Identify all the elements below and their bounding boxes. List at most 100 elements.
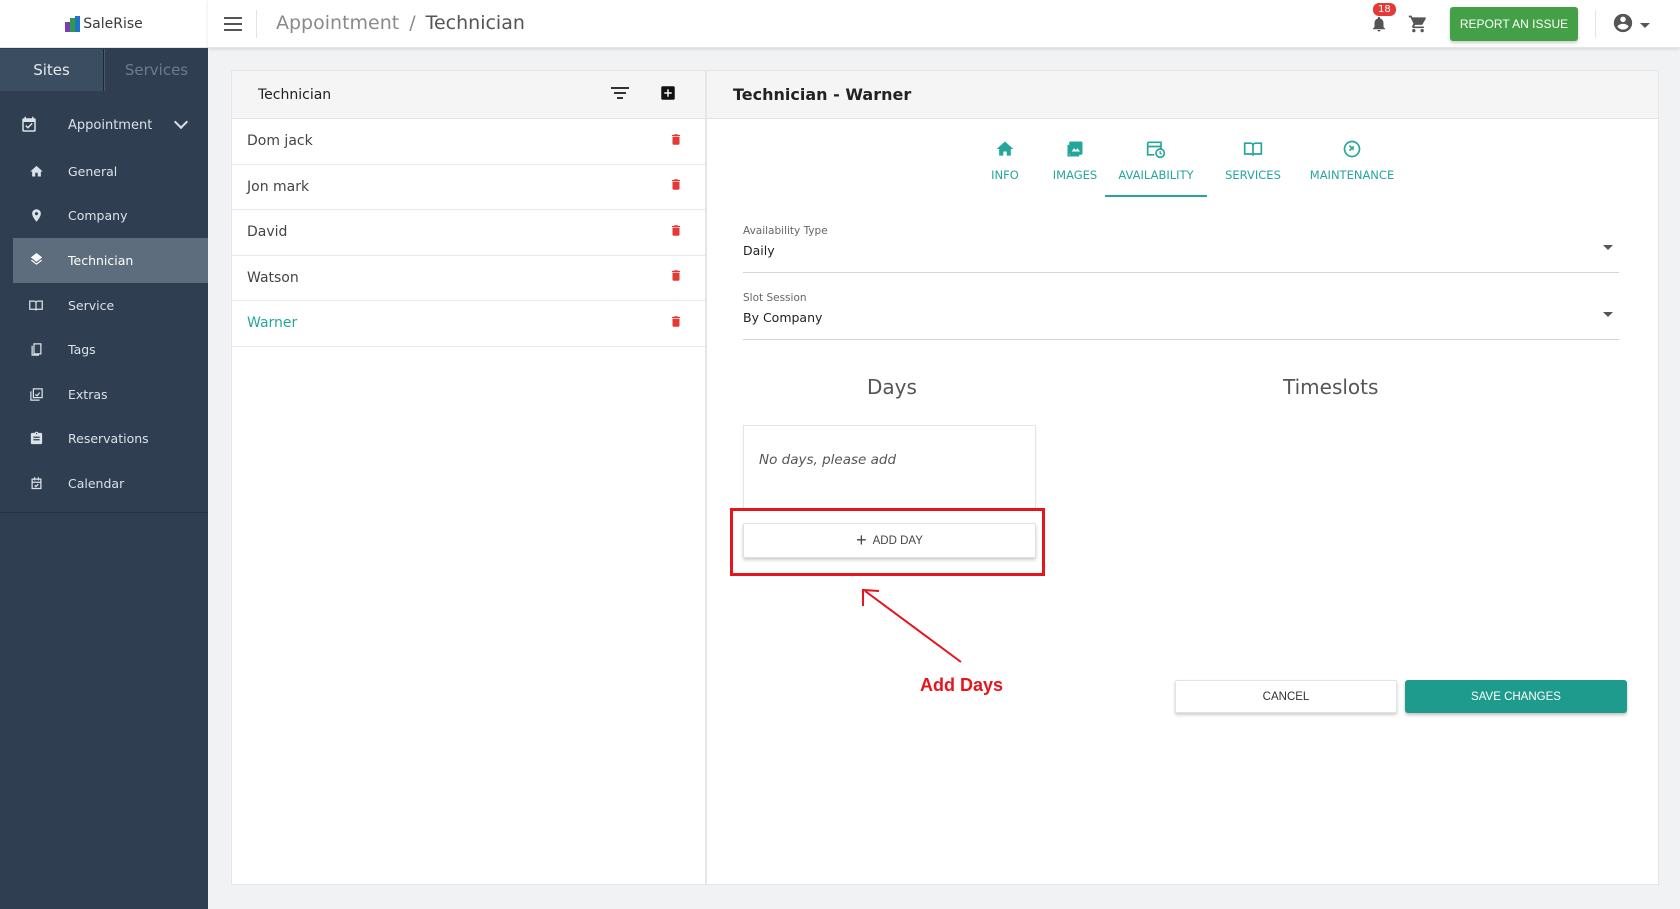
sidebar-item-extras[interactable]: Extras	[13, 372, 208, 417]
notification-badge: 18	[1373, 3, 1396, 16]
tab-sites[interactable]: Sites	[0, 49, 104, 91]
technician-name: Jon mark	[247, 178, 310, 195]
home-icon	[995, 139, 1015, 162]
layers-icon	[28, 252, 44, 268]
breadcrumb-appointment[interactable]: Appointment	[276, 12, 399, 34]
sidebar-item-tags[interactable]: Tags	[13, 327, 208, 372]
technician-name: David	[247, 224, 288, 241]
trash-icon[interactable]	[669, 313, 683, 334]
sidebar-item-label: General	[68, 163, 118, 179]
list-item[interactable]: David	[232, 210, 705, 256]
clipboard-icon	[28, 431, 44, 447]
timeslots-title: Timeslots	[1283, 375, 1379, 399]
tab-info[interactable]: INFO	[980, 137, 1030, 197]
location-pin-icon	[28, 208, 44, 224]
caret-down-icon	[1603, 245, 1613, 250]
trash-icon[interactable]	[669, 222, 683, 243]
tab-images[interactable]: IMAGES	[1044, 137, 1106, 197]
list-item[interactable]: Watson	[232, 256, 705, 301]
tag-book-icon	[28, 342, 44, 358]
book-open-icon	[1242, 139, 1264, 162]
days-empty-message: No days, please add	[759, 452, 897, 468]
technician-name: Warner	[247, 315, 298, 332]
tab-label: SERVICES	[1225, 168, 1281, 182]
calendar-icon	[28, 475, 44, 491]
topbar: Appointment / Technician 18 REPORT AN IS…	[208, 0, 1680, 48]
trash-icon[interactable]	[669, 131, 683, 152]
home-icon	[28, 163, 44, 179]
tab-services[interactable]: SERVICES	[1218, 137, 1288, 197]
report-issue-button[interactable]: REPORT AN ISSUE	[1450, 7, 1578, 41]
annotation-arrow	[862, 588, 962, 663]
technician-name: Dom jack	[247, 133, 313, 150]
add-day-button[interactable]: + ADD DAY	[743, 523, 1036, 558]
sidebar-item-service[interactable]: Service	[13, 283, 208, 328]
sidebar-item-label: Service	[68, 297, 115, 313]
sidebar-item-label: Technician	[68, 252, 134, 268]
save-changes-button[interactable]: SAVE CHANGES	[1405, 680, 1627, 713]
list-header: Technician	[232, 71, 705, 119]
breadcrumb: Appointment / Technician	[276, 12, 525, 34]
sidebar-item-company[interactable]: Company	[13, 194, 208, 239]
list-title: Technician	[258, 86, 332, 103]
list-item[interactable]: Jon mark	[232, 165, 705, 210]
filter-icon[interactable]	[611, 86, 629, 104]
caret-down-icon	[1603, 312, 1613, 317]
chevron-down-icon	[173, 114, 189, 130]
field-label: Slot Session	[743, 292, 807, 304]
trash-icon[interactable]	[669, 267, 683, 288]
calendar-check-icon	[20, 116, 38, 134]
annotation-label: Add Days	[920, 675, 1004, 695]
cancel-button[interactable]: CANCEL	[1175, 680, 1397, 713]
maintenance-icon	[1342, 139, 1362, 162]
sidebar-group-label: Appointment	[68, 117, 153, 133]
detail-tabs: INFO IMAGES AVAILABILITY SERVICES MAINTE…	[707, 137, 1658, 197]
sidebar-item-label: Reservations	[68, 431, 149, 447]
slot-session-select[interactable]: Slot Session By Company	[743, 290, 1619, 340]
account-circle-icon	[1612, 12, 1634, 38]
add-day-label: ADD DAY	[872, 534, 923, 547]
divider	[256, 10, 257, 38]
logo-mark-icon	[65, 15, 81, 32]
plus-icon: +	[856, 529, 867, 550]
sidebar-item-label: Company	[68, 208, 128, 224]
sidebar-item-label: Calendar	[68, 475, 125, 491]
divider	[1595, 10, 1596, 38]
account-menu[interactable]	[1612, 12, 1650, 38]
sidebar-item-general[interactable]: General	[13, 149, 208, 194]
field-value: By Company	[743, 310, 823, 325]
sidebar-item-reservations[interactable]: Reservations	[13, 417, 208, 462]
logo-text: SaleRise	[83, 15, 143, 32]
list-item[interactable]: Dom jack	[232, 119, 705, 165]
tab-services[interactable]: Services	[104, 49, 208, 91]
add-technician-icon[interactable]	[659, 84, 677, 106]
bell-icon[interactable]	[1370, 14, 1388, 38]
sidebar-item-calendar[interactable]: Calendar	[13, 461, 208, 506]
availability-type-select[interactable]: Availability Type Daily	[743, 223, 1619, 273]
sidebar-item-label: Tags	[68, 342, 96, 358]
sidebar-item-technician[interactable]: Technician	[13, 238, 208, 283]
breadcrumb-technician: Technician	[425, 12, 525, 34]
technician-detail-panel: Technician - Warner INFO IMAGES AVAILABI…	[706, 70, 1659, 885]
sidebar-group-appointment[interactable]: Appointment	[0, 101, 208, 149]
technician-list-panel: Technician Dom jack Jon mark David Watso…	[231, 70, 706, 885]
extras-icon	[28, 386, 44, 402]
days-list: No days, please add	[743, 425, 1036, 509]
sidebar-nav: Appointment General Company Technician S…	[0, 101, 208, 513]
tab-maintenance[interactable]: MAINTENANCE	[1302, 137, 1402, 197]
tab-label: INFO	[991, 168, 1019, 182]
tab-label: AVAILABILITY	[1118, 168, 1194, 182]
tab-label: IMAGES	[1052, 168, 1098, 182]
tab-availability[interactable]: AVAILABILITY	[1105, 137, 1207, 197]
field-label: Availability Type	[743, 225, 828, 237]
logo[interactable]: SaleRise	[65, 15, 143, 32]
hamburger-menu-icon[interactable]	[224, 15, 244, 37]
sidebar-tabs: Sites Services	[0, 49, 208, 91]
logo-area: SaleRise	[0, 0, 208, 48]
cart-icon[interactable]	[1408, 14, 1428, 38]
breadcrumb-separator: /	[409, 12, 416, 34]
list-item-selected[interactable]: Warner	[232, 301, 705, 347]
book-open-icon	[28, 297, 44, 313]
trash-icon[interactable]	[669, 176, 683, 197]
tab-label: MAINTENANCE	[1309, 168, 1395, 182]
